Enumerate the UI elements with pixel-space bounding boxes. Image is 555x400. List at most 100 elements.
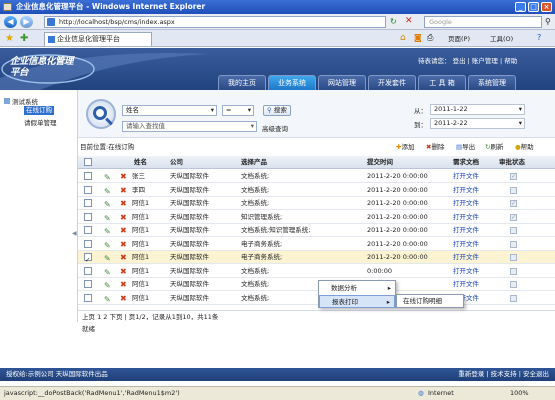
sidebar-item-leave[interactable]: 请假单管理 <box>24 117 57 127</box>
delete-row-icon[interactable]: ✖ <box>120 238 127 251</box>
add-button[interactable]: ✚添加 <box>396 140 414 154</box>
row-checkbox[interactable]: ✓ <box>84 253 92 264</box>
open-file-link[interactable]: 打开文件 <box>453 197 479 210</box>
menu-report-print[interactable]: 报表打印 ▸ <box>319 295 395 308</box>
row-checkbox[interactable] <box>84 185 92 194</box>
sidebar-item-order[interactable]: 在线订购 <box>24 106 54 115</box>
row-checkbox[interactable] <box>84 172 92 180</box>
table-row[interactable]: ✎ ✖ 张三 天纵国际软件 文档系统; 2011-2-20 0:00:00 打开文件 ✓ <box>78 170 555 183</box>
minimize-button[interactable]: _ <box>515 2 526 12</box>
edit-icon[interactable]: ✎ <box>104 212 111 225</box>
delete-row-icon[interactable]: ✖ <box>120 265 127 278</box>
row-checkbox[interactable] <box>84 266 92 275</box>
rss-icon[interactable]: ◙ <box>414 33 422 42</box>
table-row[interactable]: ✎✖阿信1天纵国际软件文档系统;0:00:00打开文件 <box>78 265 555 278</box>
pager[interactable]: 上页 1 2 下页 | 页1/2，记录从1到10，共11条 <box>78 310 555 323</box>
help-link[interactable]: 帮助 <box>504 57 517 65</box>
help-button[interactable]: ●帮助 <box>515 140 534 154</box>
delete-row-icon[interactable]: ✖ <box>120 184 127 197</box>
page-menu[interactable]: 页面(P) <box>448 33 470 43</box>
col-company[interactable]: 公司 <box>170 156 183 169</box>
nav-toolbox[interactable]: 工 具 箱 <box>418 75 466 90</box>
col-time[interactable]: 提交时间 <box>367 156 393 169</box>
field-select[interactable]: 姓名 ▾ <box>122 105 217 116</box>
col-status[interactable]: 审批状态 <box>499 156 525 169</box>
to-date-input[interactable]: 2011-2-22 ▾ <box>430 118 525 129</box>
forward-icon[interactable]: ▶ <box>20 16 33 28</box>
add-favorite-icon[interactable]: ✚ <box>20 33 28 44</box>
nav-home[interactable]: 我的主页 <box>218 75 266 90</box>
nav-system[interactable]: 系统管理 <box>468 75 516 90</box>
open-file-link[interactable]: 打开文件 <box>453 265 479 278</box>
help-icon[interactable]: ? <box>537 33 541 42</box>
from-date-input[interactable]: 2011-1-22 ▾ <box>430 104 525 115</box>
table-row[interactable]: ✎✖阿信1天纵国际软件文档系统;2011-2-20 0:00:00打开文件 <box>78 292 555 305</box>
advanced-search-link[interactable]: 高级查询 <box>262 123 288 133</box>
select-all-checkbox[interactable] <box>84 158 92 166</box>
export-button[interactable]: ▤导出 <box>456 140 475 154</box>
open-file-link[interactable]: 打开文件 <box>453 170 479 183</box>
edit-icon[interactable]: ✎ <box>104 239 111 252</box>
col-name[interactable]: 姓名 <box>134 156 147 169</box>
stop-icon[interactable]: ✕ <box>405 16 413 26</box>
table-row[interactable]: ✎✖阿信1天纵国际软件文档系统;0:00:00打开文件 <box>78 278 555 291</box>
row-checkbox[interactable] <box>84 212 92 221</box>
collapse-arrow-icon[interactable]: ◀ <box>72 230 77 237</box>
delete-row-icon[interactable]: ✖ <box>120 278 127 291</box>
open-file-link[interactable]: 打开文件 <box>453 238 479 251</box>
refresh-button[interactable]: ↻刷新 <box>485 140 503 154</box>
table-row[interactable]: ✎ ✖ 李四 天纵国际软件 文档系统; 2011-2-20 0:00:00 打开文件 <box>78 184 555 197</box>
operator-select[interactable]: = ▾ <box>222 105 254 116</box>
search-icon[interactable]: ⚲ <box>545 17 551 26</box>
edit-icon[interactable]: ✎ <box>104 225 111 238</box>
edit-icon[interactable]: ✎ <box>104 185 111 198</box>
menu-order-detail[interactable]: 在线订购明细 <box>397 295 463 308</box>
print-icon[interactable]: ⎙ <box>427 33 433 43</box>
row-checkbox[interactable] <box>84 293 92 302</box>
sidebar-root[interactable]: 测试系统 <box>4 96 38 106</box>
footer-links[interactable]: 重新登录 | 技术支持 | 安全退出 <box>458 368 549 381</box>
delete-row-icon[interactable]: ✖ <box>120 197 127 210</box>
delete-row-icon[interactable]: ✖ <box>120 292 127 305</box>
nav-business[interactable]: 业务系统 <box>268 75 316 90</box>
account-link[interactable]: 账户管理 <box>472 57 498 65</box>
delete-row-icon[interactable]: ✖ <box>120 251 127 264</box>
menu-data-analysis[interactable]: 数据分析 ▸ <box>319 282 395 295</box>
search-button[interactable]: ⚲ 搜索 <box>263 105 291 116</box>
delete-button[interactable]: ✖删除 <box>426 140 444 154</box>
delete-row-icon[interactable]: ✖ <box>120 211 127 224</box>
url-input[interactable]: http://localhost/bsp/cms/index.aspx <box>44 16 386 28</box>
search-value-input[interactable]: 请输入查找值 ▾ <box>122 121 257 132</box>
row-checkbox[interactable] <box>84 280 92 288</box>
edit-icon[interactable]: ✎ <box>104 252 111 265</box>
logout-link[interactable]: 登出 <box>453 57 466 65</box>
col-product[interactable]: 选择产品 <box>241 156 267 169</box>
table-row[interactable]: ✎ ✖ 阿信1 天纵国际软件 文档系统;知识管理系统; 2011-2-20 0:00:00… <box>78 224 555 237</box>
open-file-link[interactable]: 打开文件 <box>453 278 479 291</box>
browser-tab[interactable]: 企业信息化管理平台 <box>44 32 152 46</box>
favorites-star-icon[interactable]: ★ <box>5 33 14 44</box>
delete-row-icon[interactable]: ✖ <box>120 224 127 237</box>
search-input[interactable]: Google <box>424 16 542 28</box>
open-file-link[interactable]: 打开文件 <box>453 224 479 237</box>
close-button[interactable]: × <box>541 2 552 12</box>
open-file-link[interactable]: 打开文件 <box>453 251 479 264</box>
home-icon[interactable]: ⌂ <box>400 33 406 43</box>
edit-icon[interactable]: ✎ <box>104 279 111 292</box>
edit-icon[interactable]: ✎ <box>104 293 111 306</box>
tools-menu[interactable]: 工具(O) <box>490 33 513 43</box>
nav-devkit[interactable]: 开发套件 <box>368 75 416 90</box>
zoom-level[interactable]: 100% <box>510 387 529 400</box>
table-row[interactable]: ✎ ✖ 阿信1 天纵国际软件 电子商务系统; 2011-2-20 0:00:00 打开文件 <box>78 238 555 251</box>
edit-icon[interactable]: ✎ <box>104 171 111 184</box>
open-file-link[interactable]: 打开文件 <box>453 184 479 197</box>
refresh-go-icon[interactable]: ↻ <box>390 17 397 26</box>
edit-icon[interactable]: ✎ <box>104 198 111 211</box>
table-row[interactable]: ✎ ✖ 阿信1 天纵国际软件 知识管理系统; 2011-2-20 0:00:00 打开文件 ✓ <box>78 211 555 224</box>
table-row[interactable]: ✓ ✎ ✖ 阿信1 天纵国际软件 电子商务系统; 2011-2-20 0:00:00 打开文件 <box>78 251 555 264</box>
maximize-button[interactable]: □ <box>528 2 539 12</box>
row-checkbox[interactable] <box>84 226 92 234</box>
open-file-link[interactable]: 打开文件 <box>453 211 479 224</box>
delete-row-icon[interactable]: ✖ <box>120 170 127 183</box>
table-row[interactable]: ✎ ✖ 阿信1 天纵国际软件 文档系统; 2011-2-20 0:00:00 打开文件 ✓ <box>78 197 555 210</box>
